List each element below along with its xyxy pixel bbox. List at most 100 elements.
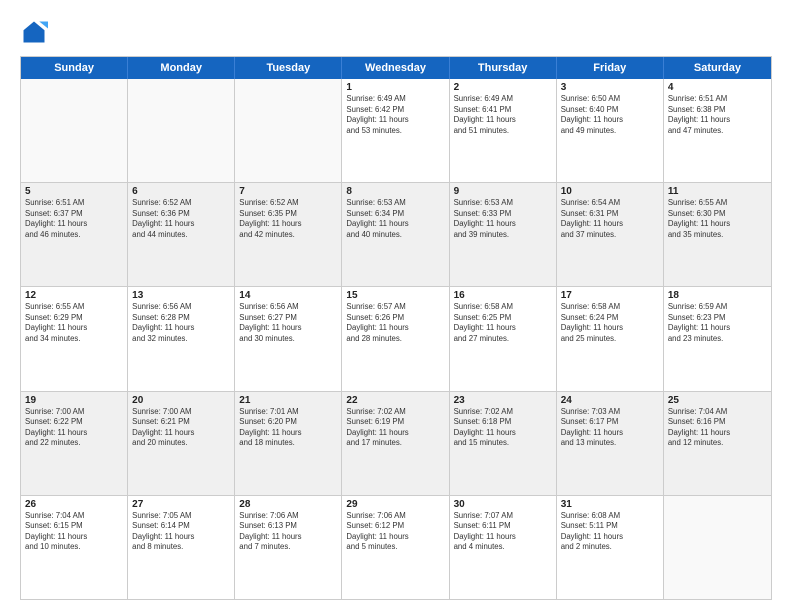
calendar-row: 26Sunrise: 7:04 AM Sunset: 6:15 PM Dayli… [21,496,771,599]
day-number: 7 [239,186,337,197]
day-info: Sunrise: 6:53 AM Sunset: 6:34 PM Dayligh… [346,198,444,240]
day-info: Sunrise: 6:49 AM Sunset: 6:41 PM Dayligh… [454,94,552,136]
day-number: 8 [346,186,444,197]
day-info: Sunrise: 7:07 AM Sunset: 6:11 PM Dayligh… [454,511,552,553]
day-number: 27 [132,499,230,510]
day-number: 19 [25,395,123,406]
day-cell-30: 30Sunrise: 7:07 AM Sunset: 6:11 PM Dayli… [450,496,557,599]
day-cell-29: 29Sunrise: 7:06 AM Sunset: 6:12 PM Dayli… [342,496,449,599]
day-cell-15: 15Sunrise: 6:57 AM Sunset: 6:26 PM Dayli… [342,287,449,390]
day-cell-26: 26Sunrise: 7:04 AM Sunset: 6:15 PM Dayli… [21,496,128,599]
header [20,18,772,46]
day-cell-12: 12Sunrise: 6:55 AM Sunset: 6:29 PM Dayli… [21,287,128,390]
day-number: 13 [132,290,230,301]
day-number: 30 [454,499,552,510]
day-info: Sunrise: 6:55 AM Sunset: 6:29 PM Dayligh… [25,302,123,344]
day-info: Sunrise: 6:57 AM Sunset: 6:26 PM Dayligh… [346,302,444,344]
day-number: 4 [668,82,767,93]
day-info: Sunrise: 6:55 AM Sunset: 6:30 PM Dayligh… [668,198,767,240]
day-number: 15 [346,290,444,301]
day-info: Sunrise: 6:58 AM Sunset: 6:24 PM Dayligh… [561,302,659,344]
day-info: Sunrise: 7:03 AM Sunset: 6:17 PM Dayligh… [561,407,659,449]
day-cell-1: 1Sunrise: 6:49 AM Sunset: 6:42 PM Daylig… [342,79,449,182]
day-cell-28: 28Sunrise: 7:06 AM Sunset: 6:13 PM Dayli… [235,496,342,599]
weekday-header-wednesday: Wednesday [342,57,449,79]
day-cell-19: 19Sunrise: 7:00 AM Sunset: 6:22 PM Dayli… [21,392,128,495]
day-info: Sunrise: 7:04 AM Sunset: 6:15 PM Dayligh… [25,511,123,553]
day-cell-14: 14Sunrise: 6:56 AM Sunset: 6:27 PM Dayli… [235,287,342,390]
day-number: 5 [25,186,123,197]
day-number: 21 [239,395,337,406]
weekday-header-tuesday: Tuesday [235,57,342,79]
calendar-row: 5Sunrise: 6:51 AM Sunset: 6:37 PM Daylig… [21,183,771,287]
logo-icon [20,18,48,46]
day-info: Sunrise: 6:52 AM Sunset: 6:35 PM Dayligh… [239,198,337,240]
day-number: 22 [346,395,444,406]
day-cell-4: 4Sunrise: 6:51 AM Sunset: 6:38 PM Daylig… [664,79,771,182]
day-number: 11 [668,186,767,197]
day-cell-21: 21Sunrise: 7:01 AM Sunset: 6:20 PM Dayli… [235,392,342,495]
day-cell-16: 16Sunrise: 6:58 AM Sunset: 6:25 PM Dayli… [450,287,557,390]
day-info: Sunrise: 6:08 AM Sunset: 5:11 PM Dayligh… [561,511,659,553]
day-info: Sunrise: 6:50 AM Sunset: 6:40 PM Dayligh… [561,94,659,136]
day-cell-13: 13Sunrise: 6:56 AM Sunset: 6:28 PM Dayli… [128,287,235,390]
day-info: Sunrise: 7:05 AM Sunset: 6:14 PM Dayligh… [132,511,230,553]
day-info: Sunrise: 7:06 AM Sunset: 6:13 PM Dayligh… [239,511,337,553]
calendar-row: 1Sunrise: 6:49 AM Sunset: 6:42 PM Daylig… [21,79,771,183]
day-cell-3: 3Sunrise: 6:50 AM Sunset: 6:40 PM Daylig… [557,79,664,182]
empty-cell [235,79,342,182]
day-number: 23 [454,395,552,406]
day-info: Sunrise: 6:51 AM Sunset: 6:37 PM Dayligh… [25,198,123,240]
day-number: 29 [346,499,444,510]
day-info: Sunrise: 6:53 AM Sunset: 6:33 PM Dayligh… [454,198,552,240]
day-cell-9: 9Sunrise: 6:53 AM Sunset: 6:33 PM Daylig… [450,183,557,286]
day-cell-22: 22Sunrise: 7:02 AM Sunset: 6:19 PM Dayli… [342,392,449,495]
day-number: 17 [561,290,659,301]
day-info: Sunrise: 6:56 AM Sunset: 6:28 PM Dayligh… [132,302,230,344]
day-cell-5: 5Sunrise: 6:51 AM Sunset: 6:37 PM Daylig… [21,183,128,286]
day-cell-18: 18Sunrise: 6:59 AM Sunset: 6:23 PM Dayli… [664,287,771,390]
day-number: 25 [668,395,767,406]
calendar-header: SundayMondayTuesdayWednesdayThursdayFrid… [21,57,771,79]
day-number: 16 [454,290,552,301]
day-info: Sunrise: 7:02 AM Sunset: 6:18 PM Dayligh… [454,407,552,449]
day-cell-11: 11Sunrise: 6:55 AM Sunset: 6:30 PM Dayli… [664,183,771,286]
day-info: Sunrise: 7:00 AM Sunset: 6:22 PM Dayligh… [25,407,123,449]
day-info: Sunrise: 6:59 AM Sunset: 6:23 PM Dayligh… [668,302,767,344]
calendar-body: 1Sunrise: 6:49 AM Sunset: 6:42 PM Daylig… [21,79,771,599]
day-cell-24: 24Sunrise: 7:03 AM Sunset: 6:17 PM Dayli… [557,392,664,495]
calendar-row: 12Sunrise: 6:55 AM Sunset: 6:29 PM Dayli… [21,287,771,391]
day-number: 20 [132,395,230,406]
day-cell-10: 10Sunrise: 6:54 AM Sunset: 6:31 PM Dayli… [557,183,664,286]
day-cell-8: 8Sunrise: 6:53 AM Sunset: 6:34 PM Daylig… [342,183,449,286]
day-number: 24 [561,395,659,406]
weekday-header-friday: Friday [557,57,664,79]
day-info: Sunrise: 6:54 AM Sunset: 6:31 PM Dayligh… [561,198,659,240]
day-info: Sunrise: 6:56 AM Sunset: 6:27 PM Dayligh… [239,302,337,344]
weekday-header-thursday: Thursday [450,57,557,79]
day-number: 28 [239,499,337,510]
day-cell-23: 23Sunrise: 7:02 AM Sunset: 6:18 PM Dayli… [450,392,557,495]
calendar: SundayMondayTuesdayWednesdayThursdayFrid… [20,56,772,600]
day-info: Sunrise: 7:00 AM Sunset: 6:21 PM Dayligh… [132,407,230,449]
day-number: 9 [454,186,552,197]
day-cell-2: 2Sunrise: 6:49 AM Sunset: 6:41 PM Daylig… [450,79,557,182]
day-number: 1 [346,82,444,93]
day-number: 10 [561,186,659,197]
day-info: Sunrise: 7:01 AM Sunset: 6:20 PM Dayligh… [239,407,337,449]
weekday-header-saturday: Saturday [664,57,771,79]
day-number: 12 [25,290,123,301]
day-cell-7: 7Sunrise: 6:52 AM Sunset: 6:35 PM Daylig… [235,183,342,286]
day-number: 3 [561,82,659,93]
day-cell-25: 25Sunrise: 7:04 AM Sunset: 6:16 PM Dayli… [664,392,771,495]
day-number: 2 [454,82,552,93]
empty-cell [664,496,771,599]
logo [20,18,52,46]
day-number: 6 [132,186,230,197]
empty-cell [21,79,128,182]
day-number: 14 [239,290,337,301]
day-info: Sunrise: 6:51 AM Sunset: 6:38 PM Dayligh… [668,94,767,136]
empty-cell [128,79,235,182]
day-info: Sunrise: 6:52 AM Sunset: 6:36 PM Dayligh… [132,198,230,240]
day-info: Sunrise: 7:02 AM Sunset: 6:19 PM Dayligh… [346,407,444,449]
